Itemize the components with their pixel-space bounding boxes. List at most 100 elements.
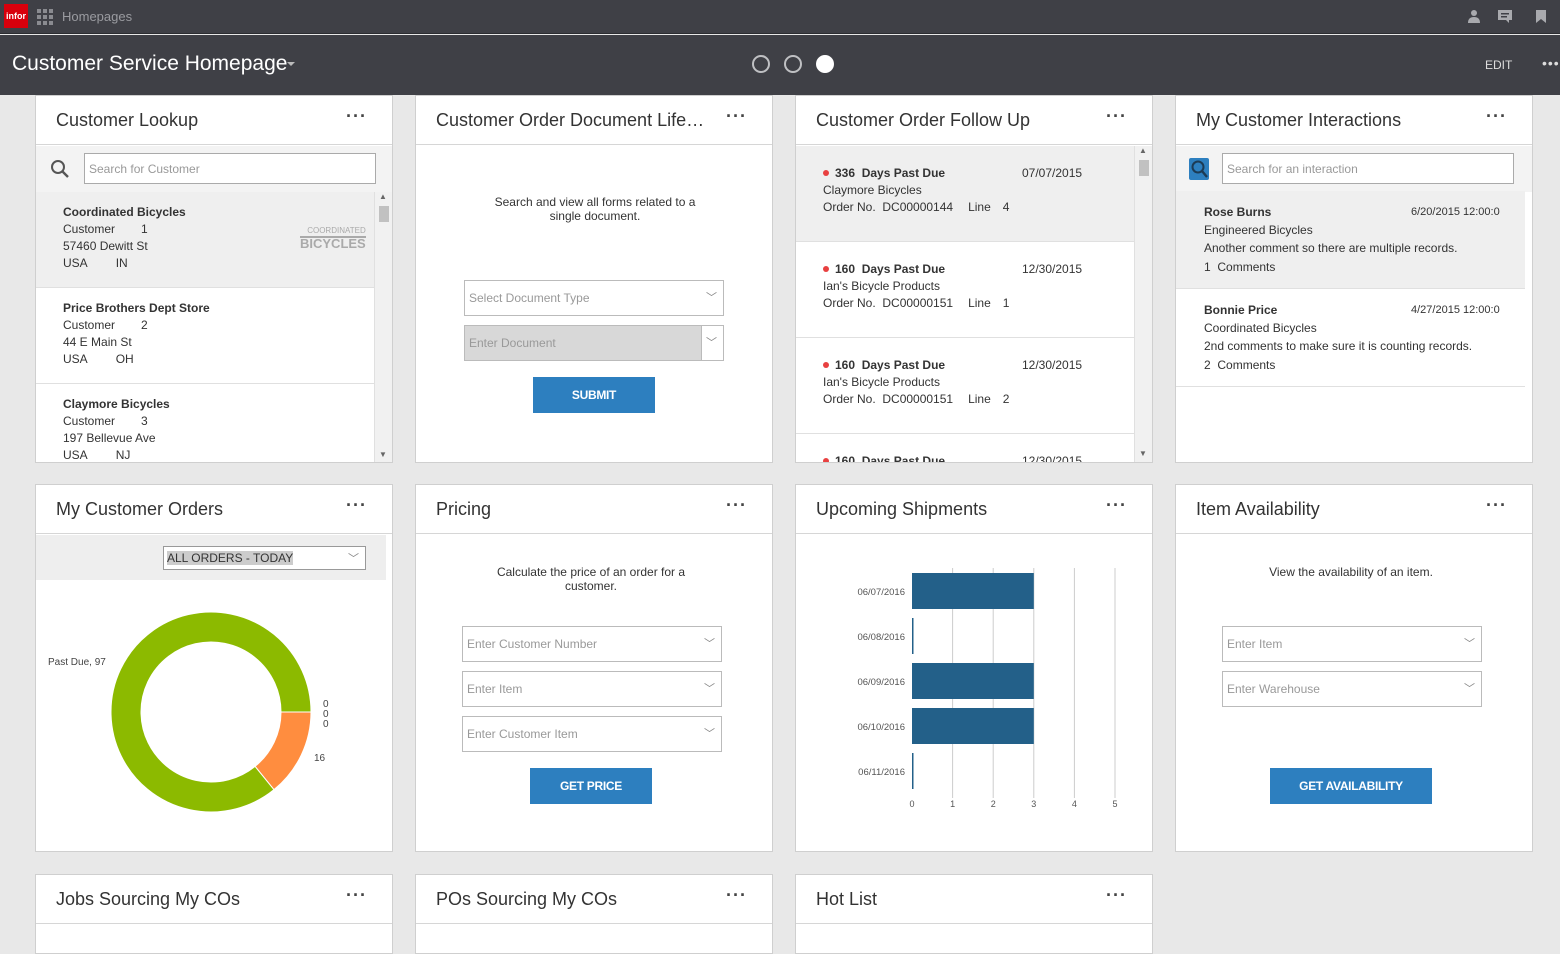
- page-dot-3[interactable]: [816, 55, 834, 73]
- x-tick-label: 2: [991, 799, 996, 809]
- interaction-list-item[interactable]: Rose Burns 6/20/2015 12:00:0 Engineered …: [1176, 191, 1525, 289]
- y-tick-label: 06/09/2016: [857, 677, 905, 688]
- days-past-due: 160: [835, 262, 856, 276]
- title-dropdown-icon[interactable]: [287, 62, 295, 66]
- customer-label: Customer: [63, 318, 116, 332]
- card-title: My Customer Interactions: [1196, 110, 1402, 130]
- customer-address: 57460 Dewitt St: [63, 239, 148, 253]
- card-menu-icon[interactable]: ···: [1486, 495, 1507, 516]
- customer-number: 2: [141, 318, 148, 332]
- page-dot-1[interactable]: [752, 55, 770, 73]
- card-menu-icon[interactable]: ···: [726, 106, 747, 127]
- past-due-indicator-icon: [823, 170, 829, 176]
- follow-up-list-item[interactable]: 160 Days Past Due 12/30/2015 Ian's Bicycle…: [796, 242, 1134, 338]
- card-menu-icon[interactable]: ···: [1106, 106, 1127, 127]
- card-menu-icon[interactable]: ···: [346, 495, 367, 516]
- get-availability-button[interactable]: GET AVAILABILITY: [1270, 768, 1432, 804]
- customer-name: Coordinated Bicycles: [63, 205, 186, 219]
- card-menu-icon[interactable]: ···: [346, 106, 367, 127]
- messages-icon[interactable]: [1497, 9, 1513, 25]
- customer-state: NJ: [115, 448, 131, 462]
- follow-up-list-item[interactable]: 160 Days Past Due 12/30/2015: [796, 434, 1134, 462]
- document-type-select[interactable]: Select Document Type ﹀: [464, 280, 724, 316]
- y-tick-label: 06/07/2016: [857, 587, 905, 598]
- card-title: POs Sourcing My COs: [436, 889, 618, 909]
- card-menu-icon[interactable]: ···: [726, 495, 747, 516]
- user-icon[interactable]: [1466, 9, 1482, 25]
- customer-list-item[interactable]: Coordinated Bicycles Customer 1 57460 Dew…: [36, 192, 374, 288]
- scrollbar[interactable]: ▲ ▼: [374, 192, 392, 462]
- card-title: Jobs Sourcing My COs: [56, 889, 241, 909]
- y-tick-label: 06/10/2016: [857, 722, 905, 733]
- customer-item-select[interactable]: Enter Customer Item ﹀: [462, 716, 722, 752]
- more-icon[interactable]: •••: [1542, 55, 1560, 71]
- x-tick-label: 0: [909, 799, 914, 809]
- customer-search-input[interactable]: Search for Customer: [84, 153, 376, 184]
- search-icon[interactable]: [1189, 158, 1209, 180]
- item-select[interactable]: Enter Item ﹀: [1222, 626, 1482, 662]
- page-title[interactable]: Customer Service Homepage: [12, 52, 287, 76]
- bookmark-icon[interactable]: [1533, 9, 1549, 25]
- interaction-search-input[interactable]: Search for an interaction: [1222, 153, 1514, 184]
- customer-number: 3: [141, 414, 148, 428]
- card-menu-icon[interactable]: ···: [1106, 885, 1127, 906]
- infor-logo[interactable]: infor: [4, 4, 28, 28]
- warehouse-select[interactable]: Enter Warehouse ﹀: [1222, 671, 1482, 707]
- chevron-down-icon: ﹀: [704, 683, 715, 695]
- customer-list-item[interactable]: Price Brothers Dept Store Customer 2 44 E…: [36, 288, 374, 384]
- line-number: 2: [1002, 392, 1010, 406]
- customer-logo: COORDINATED BICYCLES: [300, 226, 366, 251]
- interaction-comment: Another comment so there are multiple re…: [1204, 241, 1458, 255]
- follow-up-list-item[interactable]: 336 Days Past Due 07/07/2015 Claymore Bicy…: [796, 146, 1134, 242]
- scrollbar[interactable]: ▲ ▼: [1134, 146, 1152, 462]
- customer-list-item[interactable]: Claymore Bicycles Customer 3 197 Bellevue…: [36, 384, 374, 462]
- submit-button[interactable]: SUBMIT: [533, 377, 655, 413]
- days-past-due: 160: [835, 358, 856, 372]
- edit-button[interactable]: EDIT: [1485, 58, 1512, 72]
- bar[interactable]: [912, 663, 1034, 699]
- card-menu-icon[interactable]: ···: [726, 885, 747, 906]
- follow-up-list-item[interactable]: 160 Days Past Due 12/30/2015 Ian's Bicycle…: [796, 338, 1134, 434]
- card-title: Pricing: [436, 499, 492, 519]
- customer-country: USA: [63, 448, 88, 462]
- x-tick-label: 1: [950, 799, 955, 809]
- interaction-company: Engineered Bicycles: [1204, 223, 1313, 237]
- card-jobs-sourcing: Jobs Sourcing My COs ···: [35, 874, 393, 954]
- page-dot-2[interactable]: [784, 55, 802, 73]
- customer-state: OH: [115, 352, 134, 366]
- get-price-button[interactable]: GET PRICE: [530, 768, 652, 804]
- bar[interactable]: [912, 573, 1034, 609]
- chevron-down-icon: ﹀: [706, 292, 717, 304]
- item-select[interactable]: Enter Item ﹀: [462, 671, 722, 707]
- bar[interactable]: [912, 753, 914, 789]
- y-tick-label: 06/11/2016: [858, 767, 905, 778]
- customer-name: Ian's Bicycle Products: [823, 375, 941, 389]
- page-header: Customer Service Homepage EDIT •••: [0, 35, 1560, 95]
- card-title: Customer Lookup: [56, 110, 199, 130]
- card-menu-icon[interactable]: ···: [1486, 106, 1507, 127]
- due-date: 12/30/2015: [1022, 454, 1083, 462]
- bar[interactable]: [912, 618, 914, 654]
- interaction-list-item[interactable]: Bonnie Price 4/27/2015 12:00:0 Coordinat…: [1176, 289, 1525, 387]
- days-past-due-label: Days Past Due: [861, 454, 946, 462]
- interaction-name: Rose Burns: [1204, 205, 1272, 219]
- due-date: 12/30/2015: [1022, 358, 1083, 372]
- card-title: My Customer Orders: [56, 499, 224, 519]
- card-menu-icon[interactable]: ···: [346, 885, 367, 906]
- apps-grid-icon[interactable]: [37, 9, 53, 25]
- search-icon[interactable]: [50, 159, 70, 184]
- breadcrumb-homepages[interactable]: Homepages: [62, 9, 132, 24]
- document-input[interactable]: Enter Document ﹀: [464, 325, 724, 361]
- orders-filter-select[interactable]: ALL ORDERS - TODAY ﹀: [163, 546, 366, 570]
- card-pos-sourcing: POs Sourcing My COs ···: [415, 874, 773, 954]
- donut-data-label: 0: [323, 719, 329, 730]
- order-label: Order No.: [823, 296, 876, 310]
- interaction-comment: 2nd comments to make sure it is counting…: [1204, 339, 1473, 353]
- customer-number-select[interactable]: Enter Customer Number ﹀: [462, 626, 722, 662]
- card-title: Customer Order Document Life…: [436, 110, 705, 130]
- customer-name: Claymore Bicycles: [63, 397, 170, 411]
- customer-label: Customer: [63, 414, 116, 428]
- line-label: Line: [968, 200, 991, 214]
- order-number: DC00000151: [882, 392, 954, 406]
- bar[interactable]: [912, 708, 1034, 744]
